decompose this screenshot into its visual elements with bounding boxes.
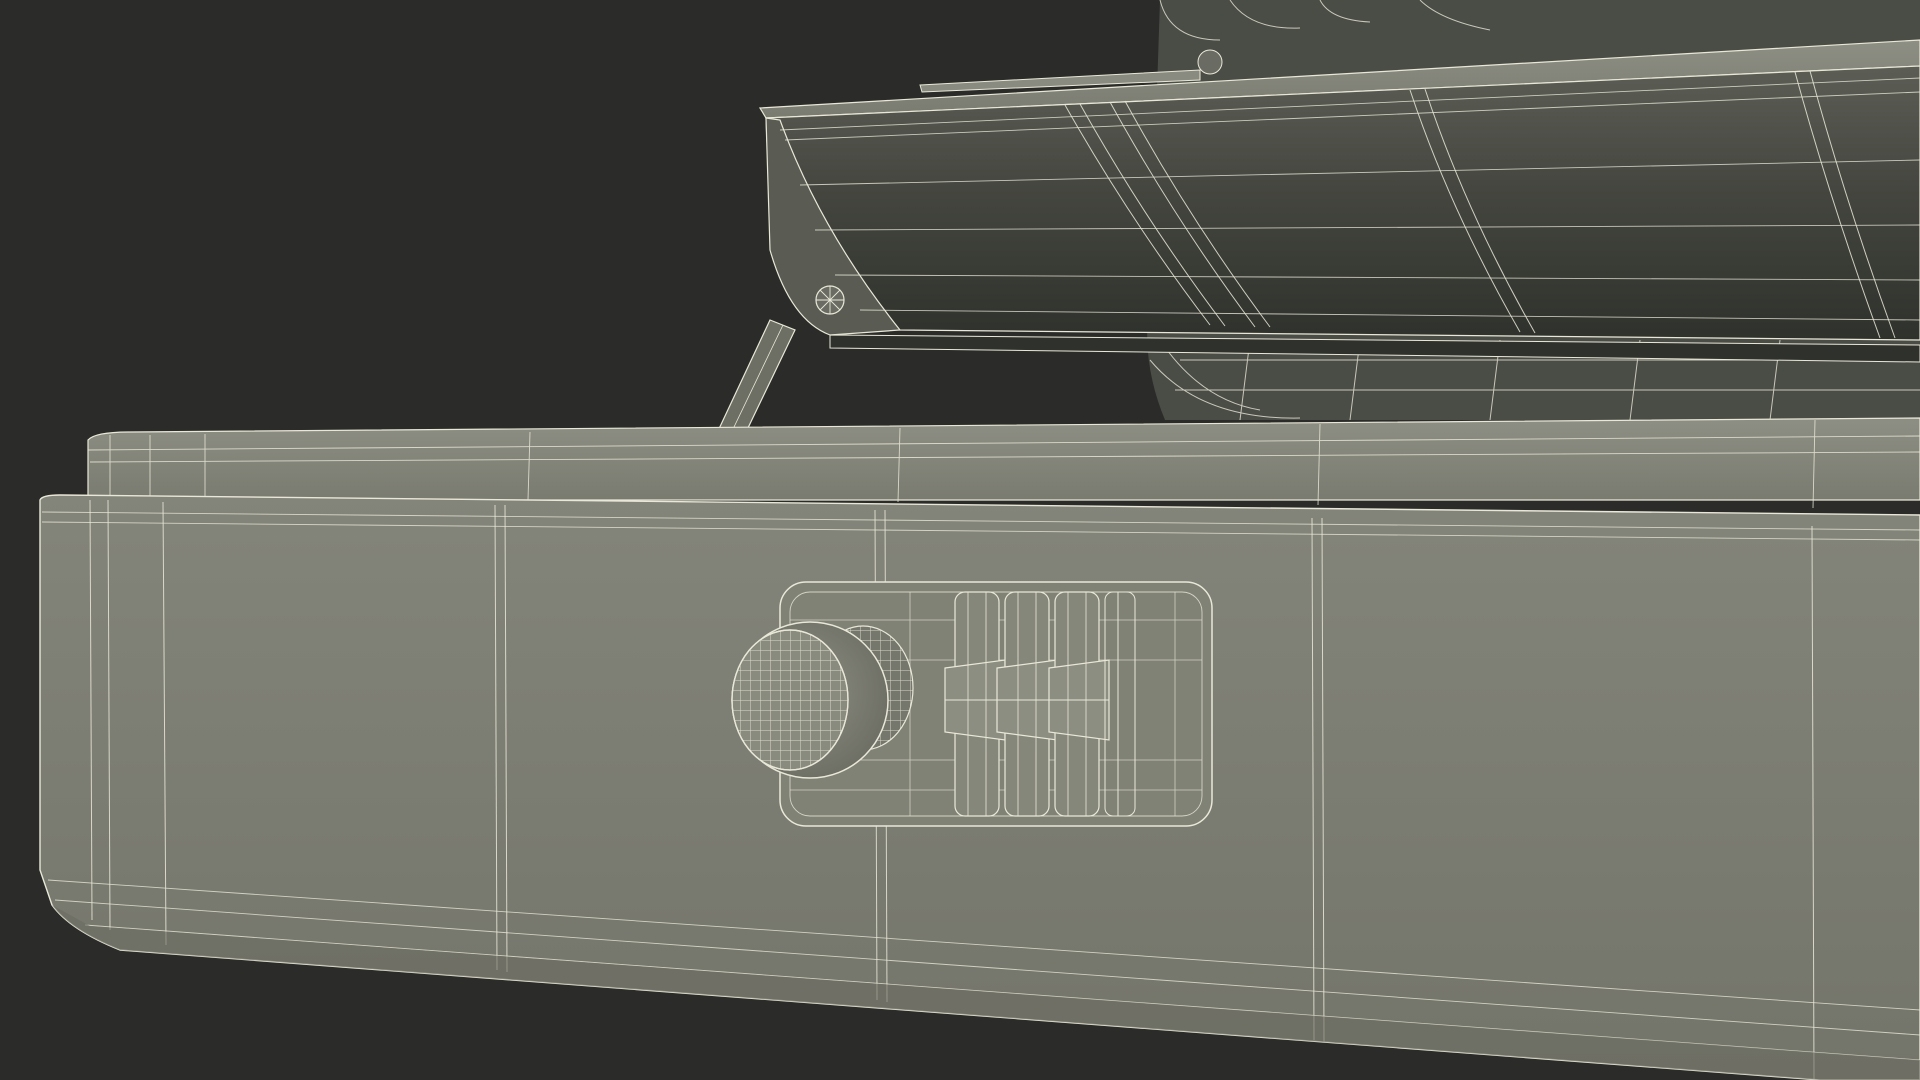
briefcase-lid [758, 39, 1920, 363]
case-top-rim [87, 417, 1920, 509]
combination-lock-icon[interactable] [731, 581, 1213, 827]
hinge-screw-icon [815, 285, 845, 315]
hinge-screw-icon [1197, 49, 1223, 75]
render-viewport [0, 0, 1920, 1080]
lock-dial-2[interactable] [996, 591, 1058, 817]
briefcase-wireframe-render [0, 0, 1920, 1080]
